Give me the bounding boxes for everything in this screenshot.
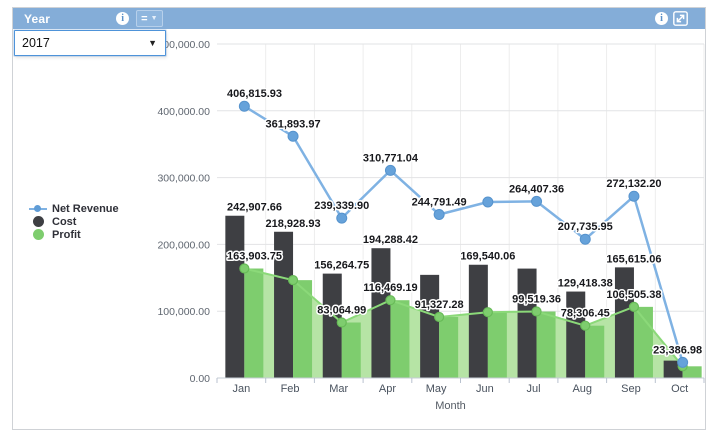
svg-text:Mar: Mar	[329, 383, 348, 395]
legend-item-net-revenue[interactable]: Net Revenue	[29, 202, 119, 215]
svg-text:0.00: 0.00	[190, 373, 211, 385]
svg-text:23,386.98: 23,386.98	[653, 344, 702, 356]
svg-text:264,407.36: 264,407.36	[509, 183, 564, 195]
svg-text:400,000.00: 400,000.00	[157, 106, 210, 118]
cost-dot-icon	[33, 216, 44, 227]
dropdown-caret-icon	[148, 38, 165, 48]
profit-dot-icon	[33, 229, 44, 240]
svg-text:99,519.36: 99,519.36	[512, 294, 561, 306]
svg-text:Month: Month	[435, 400, 466, 412]
year-dropdown-value: 2017	[15, 36, 148, 50]
svg-text:194,288.42: 194,288.42	[363, 234, 418, 246]
legend-label: Cost	[52, 216, 76, 228]
chart-legend: Net Revenue Cost Profit	[29, 202, 119, 241]
svg-text:83,064.99: 83,064.99	[317, 305, 366, 317]
svg-text:239,339.90: 239,339.90	[314, 200, 369, 212]
svg-text:272,132.20: 272,132.20	[606, 178, 661, 190]
svg-text:200,000.00: 200,000.00	[157, 239, 210, 251]
svg-text:310,771.04: 310,771.04	[363, 152, 419, 164]
svg-text:100,000.00: 100,000.00	[157, 306, 210, 318]
legend-label: Net Revenue	[52, 203, 119, 215]
svg-text:Feb: Feb	[281, 383, 300, 395]
svg-text:May: May	[426, 383, 447, 395]
svg-text:300,000.00: 300,000.00	[157, 173, 210, 185]
svg-text:244,791.49: 244,791.49	[412, 196, 467, 208]
svg-text:116,469.19: 116,469.19	[363, 282, 417, 294]
year-dropdown[interactable]: 2017	[14, 30, 166, 56]
svg-text:Jun: Jun	[476, 383, 494, 395]
svg-text:106,505.38: 106,505.38	[606, 289, 661, 301]
app-window: Year i = i 0.00100,000.00200,000.00300,0…	[0, 0, 720, 440]
svg-text:165,615.06: 165,615.06	[606, 253, 661, 265]
svg-text:207,735.95: 207,735.95	[558, 221, 613, 233]
line-marker-icon	[29, 205, 47, 212]
svg-text:218,928.93: 218,928.93	[266, 218, 321, 230]
svg-text:Jul: Jul	[527, 383, 541, 395]
svg-text:Aug: Aug	[572, 383, 592, 395]
svg-text:361,893.97: 361,893.97	[266, 118, 321, 130]
svg-text:Jan: Jan	[232, 383, 250, 395]
legend-item-cost[interactable]: Cost	[29, 215, 119, 228]
svg-text:Oct: Oct	[671, 383, 688, 395]
svg-text:Sep: Sep	[621, 383, 641, 395]
legend-item-profit[interactable]: Profit	[29, 228, 119, 241]
svg-text:129,418.38: 129,418.38	[558, 278, 613, 290]
svg-text:78,306.45: 78,306.45	[561, 308, 610, 320]
svg-text:91,327.28: 91,327.28	[415, 299, 464, 311]
svg-text:163,903.75: 163,903.75	[227, 251, 282, 263]
svg-text:Apr: Apr	[379, 383, 396, 395]
legend-label: Profit	[52, 229, 81, 241]
svg-text:406,815.93: 406,815.93	[227, 88, 282, 100]
svg-text:169,540.06: 169,540.06	[460, 251, 515, 263]
svg-text:242,907.66: 242,907.66	[227, 202, 282, 214]
svg-text:156,264.75: 156,264.75	[314, 260, 369, 272]
